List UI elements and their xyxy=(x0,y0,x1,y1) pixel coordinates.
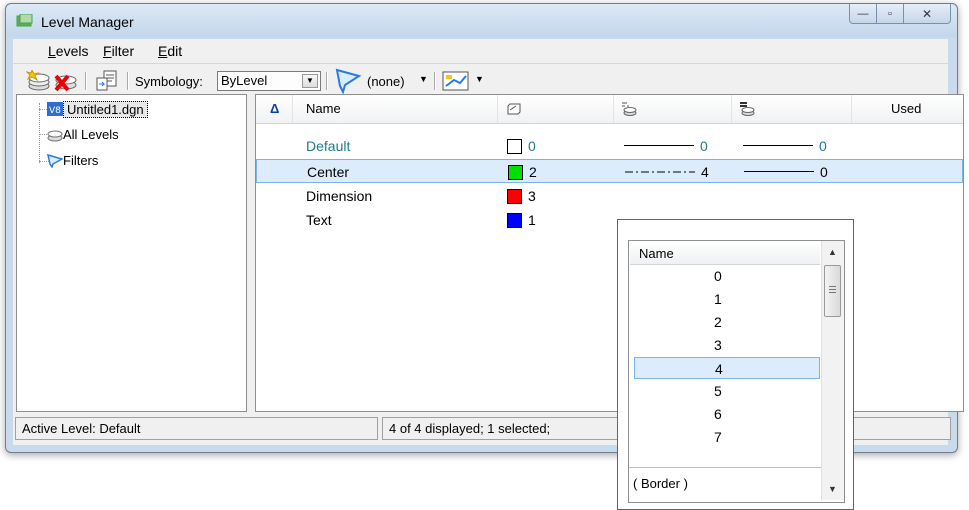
filter-icon xyxy=(47,154,63,168)
filter-icon[interactable] xyxy=(334,68,362,94)
line-style-option[interactable]: 3 xyxy=(634,334,820,356)
line-style-option[interactable]: 6 xyxy=(634,403,820,425)
level-color-swatch xyxy=(508,165,523,180)
toolbar-separator xyxy=(326,72,328,90)
maximize-button[interactable]: ▫ xyxy=(876,4,904,24)
line-style-option[interactable]: 7 xyxy=(634,426,820,448)
import-icon[interactable] xyxy=(95,70,119,92)
level-color-number: 2 xyxy=(529,164,537,180)
level-weight-number: 0 xyxy=(819,138,827,154)
level-line-weight xyxy=(743,145,813,146)
level-color-swatch xyxy=(507,189,522,204)
level-color-number: 1 xyxy=(528,212,536,228)
level-color-swatch xyxy=(507,213,522,228)
line-style-option[interactable]: 0 xyxy=(634,265,820,287)
toolbar-separator xyxy=(85,72,87,90)
chevron-down-icon[interactable]: ▼ xyxy=(419,74,428,84)
popup-scrollbar[interactable]: ▲ ▼ xyxy=(821,241,844,500)
menu-edit[interactable]: Edit xyxy=(158,43,182,59)
level-row-text[interactable]: Text 1 xyxy=(256,208,963,232)
toolbar-separator xyxy=(127,72,129,90)
tree-connector xyxy=(39,103,41,163)
minimize-button[interactable]: — xyxy=(849,4,877,24)
scroll-up-icon[interactable]: ▲ xyxy=(823,242,842,262)
tree-item-all-levels[interactable]: All Levels xyxy=(63,127,119,142)
level-row-default[interactable]: Default 0 0 0 xyxy=(256,134,963,158)
scroll-down-icon[interactable]: ▼ xyxy=(823,479,842,499)
display-icon[interactable] xyxy=(442,70,470,92)
new-level-icon[interactable] xyxy=(26,70,50,92)
toolbar-separator xyxy=(434,72,436,90)
level-row-center[interactable]: Center 2 4 0 xyxy=(256,159,963,183)
weight-column-icon xyxy=(740,102,755,116)
level-line-style xyxy=(625,171,695,173)
tree-item-untitled1-dgn[interactable]: Untitled1.dgn xyxy=(63,101,148,118)
level-color-number: 0 xyxy=(528,138,536,154)
line-style-list[interactable]: Name 0 1 2 3 4 5 6 7 (Border) ▲ ▼ xyxy=(628,240,845,503)
line-style-picker[interactable]: Name 0 1 2 3 4 5 6 7 (Border) ▲ ▼ xyxy=(617,219,854,510)
level-row-dimension[interactable]: Dimension 3 xyxy=(256,184,963,208)
level-name: Default xyxy=(306,138,351,154)
level-weight-number: 0 xyxy=(820,164,828,180)
column-header-color[interactable] xyxy=(497,95,614,123)
line-style-option[interactable]: 5 xyxy=(634,380,820,402)
window-title: Level Manager xyxy=(41,14,134,30)
grip-icon xyxy=(829,286,836,287)
menu-bar: Levels Filter Edit xyxy=(13,39,948,64)
column-header-weight[interactable] xyxy=(731,95,852,123)
level-name: Center xyxy=(307,164,350,180)
filter-value[interactable]: (none) xyxy=(367,74,405,89)
title-bar[interactable]: Level Manager — ▫ ✕ xyxy=(6,4,957,37)
border-option[interactable]: ( Border ) xyxy=(633,476,688,491)
symbology-dropdown[interactable]: ByLevel ▼ xyxy=(217,71,321,91)
level-tree[interactable]: V8 Untitled1.dgn All Levels Filters xyxy=(16,94,247,412)
scroll-thumb[interactable] xyxy=(824,265,841,317)
level-color-number: 3 xyxy=(528,188,536,204)
menu-filter[interactable]: Filter xyxy=(103,43,134,59)
line-style-list-header[interactable]: Name xyxy=(630,242,820,265)
tree-item-filters[interactable]: Filters xyxy=(63,153,98,168)
level-name: Dimension xyxy=(306,188,373,204)
close-button[interactable]: ✕ xyxy=(903,4,951,24)
symbology-label: Symbology: xyxy=(135,74,203,89)
level-line-weight xyxy=(744,171,814,172)
grip-icon xyxy=(829,289,836,290)
level-line-style xyxy=(624,145,694,146)
color-column-icon xyxy=(507,103,521,115)
list-header: Δ Name Used xyxy=(256,95,963,124)
level-style-number: 0 xyxy=(700,138,708,154)
list-divider xyxy=(629,467,821,468)
sort-column-header[interactable]: Δ xyxy=(256,95,293,123)
level-list[interactable]: Δ Name Used Default 0 0 0 Center 2 4 0 D… xyxy=(255,94,964,412)
level-manager-icon xyxy=(16,14,33,27)
chevron-down-icon: ▼ xyxy=(302,74,318,88)
column-header-name[interactable]: Name xyxy=(292,95,498,123)
toolbar: Symbology: ByLevel ▼ (none) ▼ ▼ xyxy=(13,64,948,98)
line-style-option-selected[interactable]: 4 xyxy=(634,357,820,379)
level-color-swatch xyxy=(507,139,522,154)
menu-levels[interactable]: Levels xyxy=(48,43,88,59)
sort-ascending-icon: Δ xyxy=(270,101,280,116)
grip-icon xyxy=(829,292,836,293)
column-header-style[interactable] xyxy=(613,95,732,123)
dgn-file-icon: V8 xyxy=(47,102,63,116)
level-style-number: 4 xyxy=(701,164,709,180)
line-style-option[interactable]: 2 xyxy=(634,311,820,333)
level-name: Text xyxy=(306,212,332,228)
delete-level-icon[interactable] xyxy=(53,70,77,92)
column-header-used[interactable]: Used xyxy=(851,95,962,123)
svg-text:V8: V8 xyxy=(49,106,61,116)
line-style-option[interactable]: 1 xyxy=(634,288,820,310)
chevron-down-icon[interactable]: ▼ xyxy=(475,74,484,84)
symbology-value: ByLevel xyxy=(221,73,268,88)
status-active-level: Active Level: Default xyxy=(15,417,378,440)
levels-stack-icon xyxy=(47,130,63,142)
style-column-icon xyxy=(622,102,637,116)
